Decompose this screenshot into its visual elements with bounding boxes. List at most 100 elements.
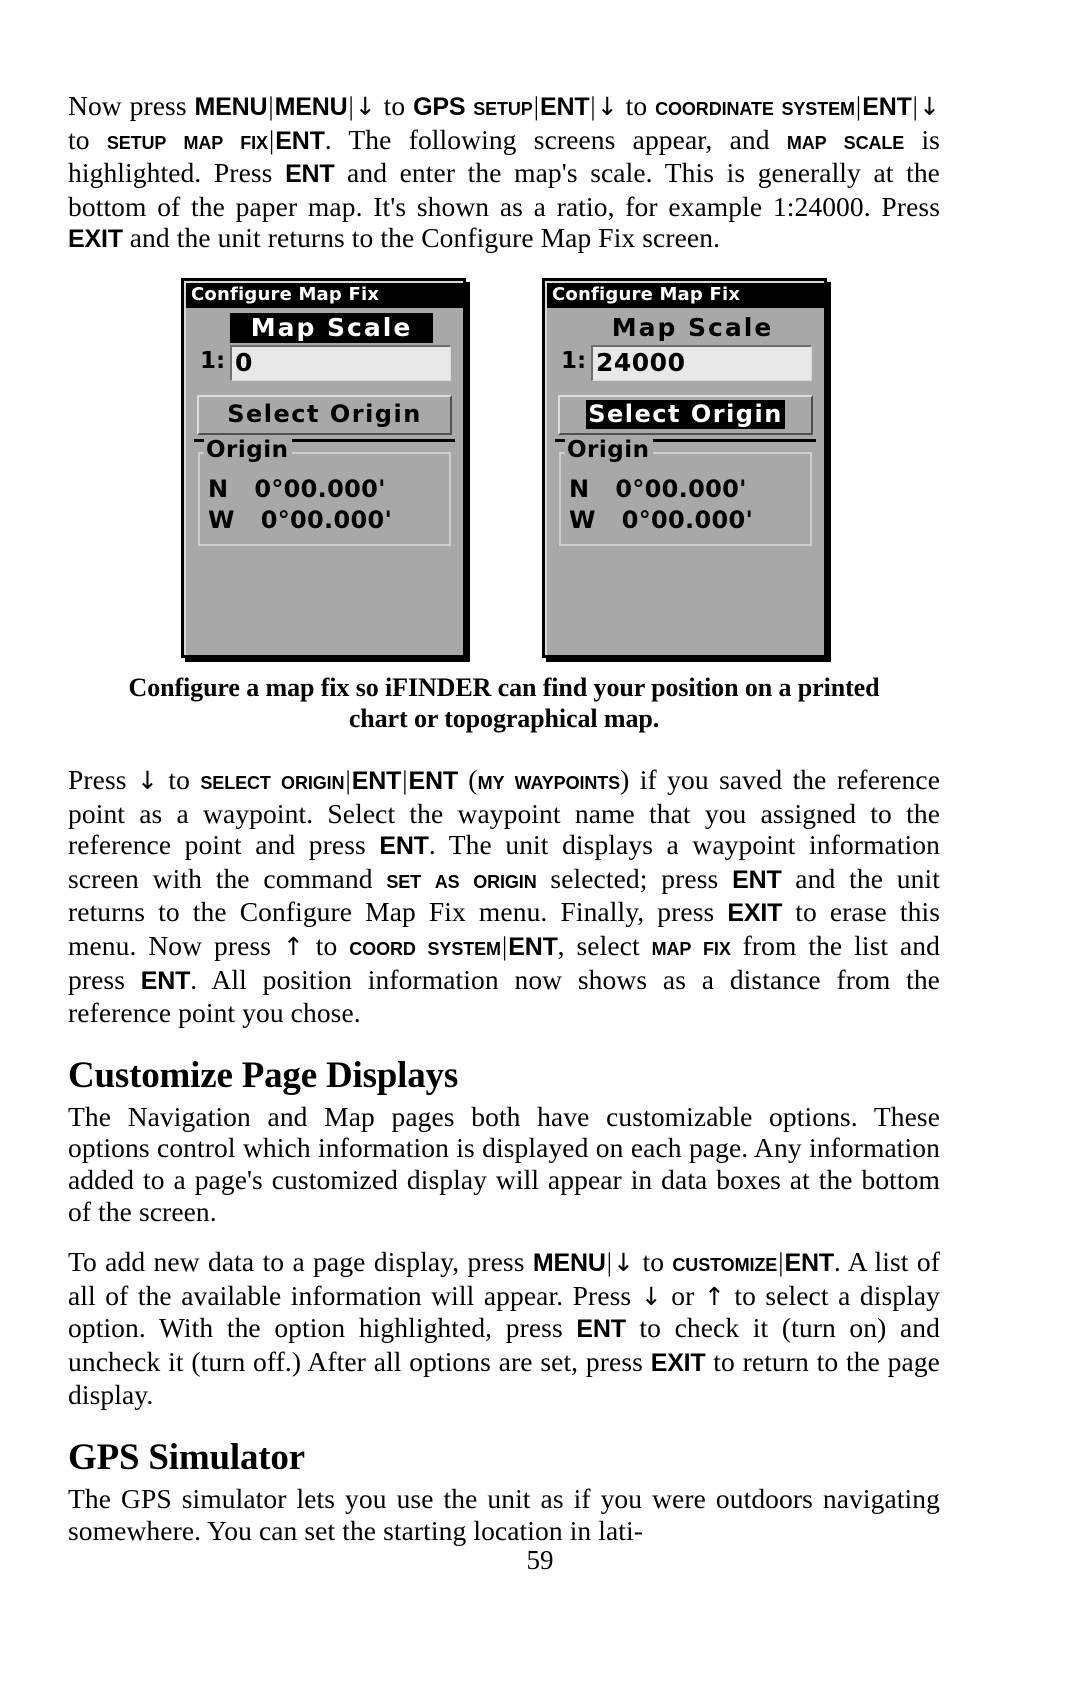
down-arrow-icon: ↓ bbox=[640, 1281, 662, 1311]
paragraph-gps-simulator-intro: The GPS simulator lets you use the unit … bbox=[68, 1483, 940, 1546]
screen-title: Configure Map Fix bbox=[547, 282, 824, 308]
latitude-value: 0°00.000' bbox=[254, 474, 386, 503]
separator: | bbox=[912, 92, 918, 121]
select-origin-button-label-highlighted: Select Origin bbox=[586, 399, 785, 429]
figure-caption-line-1: Configure a map fix so iFINDER can find … bbox=[128, 672, 880, 702]
text-run: and the unit returns to the Configure Ma… bbox=[122, 222, 721, 254]
text-run: or bbox=[661, 1279, 704, 1311]
key-ent: ENT bbox=[275, 126, 325, 155]
latitude-value: 0°00.000' bbox=[615, 474, 747, 503]
origin-group-legend: Origin bbox=[565, 436, 653, 463]
separator: | bbox=[348, 92, 354, 121]
key-menu: MENU bbox=[274, 93, 348, 121]
heading-customize-page-displays: Customize Page Displays bbox=[68, 1054, 459, 1096]
document-page: Now press MENU|MENU|↓ to GPS Setup|ENT|↓… bbox=[68, 0, 940, 1682]
text-run: Now press bbox=[68, 90, 195, 121]
separator: | bbox=[590, 92, 596, 121]
text-run: , select bbox=[557, 929, 652, 961]
latitude-hemisphere: N bbox=[569, 474, 590, 503]
down-arrow-icon: ↓ bbox=[596, 92, 618, 121]
text-run: to bbox=[634, 1246, 673, 1278]
text-run: to bbox=[158, 763, 201, 795]
text-run: Press bbox=[68, 763, 137, 795]
map-scale-row: 1: 24000 bbox=[559, 344, 812, 381]
separator: | bbox=[533, 92, 540, 121]
text-run: to bbox=[303, 929, 350, 961]
up-arrow-icon: ↑ bbox=[282, 931, 304, 961]
figure-configure-map-fix-screens: Configure Map Fix Map Scale 1: 0 Select … bbox=[68, 277, 940, 658]
key-ent: ENT bbox=[862, 93, 912, 121]
text-run: to bbox=[617, 90, 656, 121]
key-exit: EXIT bbox=[727, 899, 783, 928]
key-exit: EXIT bbox=[68, 225, 123, 254]
select-origin-button[interactable]: Select Origin bbox=[197, 394, 452, 435]
map-scale-label-highlighted[interactable]: Map Scale bbox=[230, 312, 433, 343]
ratio-prefix-label: 1: bbox=[561, 347, 587, 374]
text-run: . All position information now shows as … bbox=[68, 963, 940, 1029]
origin-longitude-row: W 0°00.000' bbox=[200, 505, 449, 536]
select-origin-button[interactable]: Select Origin bbox=[558, 394, 813, 435]
key-menu: MENU bbox=[532, 1249, 606, 1278]
key-ent: ENT bbox=[508, 932, 558, 961]
latitude-hemisphere: N bbox=[208, 474, 229, 503]
down-arrow-icon: ↓ bbox=[136, 765, 159, 795]
key-exit: EXIT bbox=[650, 1348, 706, 1377]
origin-group-box: Origin N 0°00.000' W 0°00.000' bbox=[559, 436, 812, 546]
down-arrow-icon: ↓ bbox=[354, 92, 376, 121]
paragraph-add-new-data: To add new data to a page display, press… bbox=[68, 1246, 940, 1411]
text-run: ( bbox=[457, 763, 478, 795]
figure-caption-line-2: chart or topographical map. bbox=[348, 703, 660, 733]
longitude-value: 0°00.000' bbox=[260, 505, 393, 534]
origin-latitude-row: N 0°00.000' bbox=[561, 474, 810, 505]
key-menu: MENU bbox=[194, 93, 268, 121]
key-gps: GPS bbox=[413, 93, 466, 121]
key-ent: ENT bbox=[285, 160, 335, 189]
key-ent: ENT bbox=[408, 766, 459, 795]
separator: | bbox=[778, 1248, 784, 1278]
origin-group-legend: Origin bbox=[204, 436, 292, 463]
longitude-value: 0°00.000' bbox=[621, 505, 754, 534]
gps-screen-left: Configure Map Fix Map Scale 1: 0 Select … bbox=[181, 277, 466, 658]
longitude-hemisphere: W bbox=[208, 505, 235, 534]
text-run: to bbox=[375, 90, 414, 121]
key-customize: Customize bbox=[672, 1249, 778, 1278]
longitude-hemisphere: W bbox=[569, 505, 596, 534]
origin-group-box: Origin N 0°00.000' W 0°00.000' bbox=[198, 436, 451, 546]
separator: | bbox=[606, 1248, 613, 1278]
separator: | bbox=[345, 765, 351, 795]
gps-screen-right: Configure Map Fix Map Scale 1: 24000 Sel… bbox=[542, 277, 827, 658]
key-coord-system: Coord System bbox=[349, 932, 501, 961]
key-my-waypoints: My Waypoints bbox=[477, 766, 621, 795]
map-scale-row: 1: 0 bbox=[198, 344, 451, 381]
key-coordinate-system: Coordinate System bbox=[655, 93, 855, 121]
map-scale-input[interactable]: 24000 bbox=[591, 344, 812, 381]
key-map-fix: Map Fix bbox=[651, 932, 731, 961]
key-ent: ENT bbox=[140, 966, 191, 995]
key-select-origin: Select Origin bbox=[200, 766, 345, 795]
key-ent: ENT bbox=[540, 93, 590, 121]
gps-screen-bezel: Configure Map Fix Map Scale 1: 24000 Sel… bbox=[545, 280, 824, 655]
key-ent: ENT bbox=[379, 832, 429, 861]
screen-title: Configure Map Fix bbox=[186, 282, 463, 308]
page-number: 59 bbox=[526, 1545, 554, 1575]
key-set-as-origin: Set As Origin bbox=[386, 865, 537, 894]
map-scale-label[interactable]: Map Scale bbox=[591, 313, 794, 343]
figure-caption: Configure a map fix so iFINDER can find … bbox=[96, 672, 912, 734]
origin-longitude-row: W 0°00.000' bbox=[561, 505, 810, 536]
key-ent: ENT bbox=[576, 1315, 626, 1344]
key-ent: ENT bbox=[351, 766, 402, 795]
down-arrow-icon: ↓ bbox=[613, 1248, 635, 1278]
text-run: To add new data to a page display, press bbox=[68, 1246, 533, 1278]
key-setup: Setup bbox=[473, 93, 533, 121]
heading-gps-simulator: GPS Simulator bbox=[68, 1437, 305, 1479]
select-origin-button-label: Select Origin bbox=[227, 399, 422, 428]
paragraph-map-scale-instructions: Now press MENU|MENU|↓ to GPS Setup|ENT|↓… bbox=[68, 90, 940, 256]
key-ent: ENT bbox=[732, 865, 782, 894]
text-run: to bbox=[68, 123, 107, 155]
up-arrow-icon: ↑ bbox=[703, 1281, 725, 1311]
ratio-prefix-label: 1: bbox=[200, 347, 226, 374]
origin-latitude-row: N 0°00.000' bbox=[200, 474, 449, 505]
separator: | bbox=[402, 765, 408, 795]
map-scale-input[interactable]: 0 bbox=[230, 344, 451, 381]
